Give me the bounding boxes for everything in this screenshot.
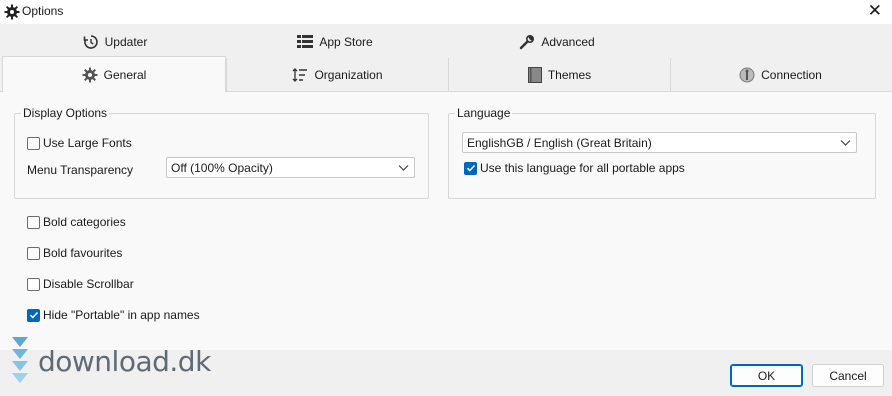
checkbox-box[interactable]: [27, 246, 40, 260]
language-title: Language: [455, 106, 513, 120]
tab-updater[interactable]: Updater: [40, 28, 190, 56]
watermark-logo-icon: [10, 336, 30, 387]
tab-strip: Updater App Store Advanced General Organ…: [0, 24, 892, 92]
tab-label: App Store: [319, 35, 373, 49]
cancel-button[interactable]: Cancel: [812, 364, 884, 387]
checkbox-label: Disable Scrollbar: [43, 277, 134, 291]
checkbox-box[interactable]: [27, 308, 40, 322]
close-button[interactable]: ✕: [868, 1, 882, 21]
ok-button[interactable]: OK: [730, 364, 803, 387]
bold-favourites-checkbox[interactable]: Bold favourites: [27, 246, 122, 260]
tab-label: Organization: [314, 68, 383, 82]
check-icon: [29, 311, 38, 319]
tab-organization[interactable]: Organization: [226, 58, 448, 92]
tab-label: Connection: [761, 68, 822, 82]
gear-icon: [4, 4, 20, 20]
tab-row-bottom: General Organization Themes Connection: [0, 56, 892, 92]
use-language-all-apps-checkbox[interactable]: Use this language for all portable apps: [464, 161, 685, 175]
language-group: Language: [448, 106, 876, 199]
tab-row-top: Updater App Store Advanced: [0, 28, 892, 56]
hide-portable-checkbox[interactable]: Hide "Portable" in app names: [27, 308, 200, 322]
disable-scrollbar-checkbox[interactable]: Disable Scrollbar: [27, 277, 134, 291]
checkbox-label: Bold favourites: [43, 246, 123, 260]
gear-icon: [82, 67, 98, 83]
watermark: download.dk: [10, 336, 211, 387]
check-icon: [466, 164, 475, 172]
wrench-icon: [519, 34, 535, 50]
checkbox-box[interactable]: [27, 277, 40, 291]
tab-label: Advanced: [541, 35, 595, 49]
use-large-fonts-checkbox[interactable]: Use Large Fonts: [27, 136, 132, 150]
checkbox-label: Bold categories: [43, 215, 126, 229]
tab-app-store[interactable]: App Store: [260, 28, 410, 56]
tab-label: Updater: [104, 35, 148, 49]
language-select[interactable]: EnglishGB / English (Great Britain): [462, 132, 857, 153]
sort-lines-icon: [292, 68, 308, 82]
tab-themes[interactable]: Themes: [448, 58, 670, 92]
select-value: Off (100% Opacity): [171, 160, 273, 175]
display-options-group: Display Options: [14, 106, 429, 199]
chevron-down-icon: [398, 162, 409, 176]
menu-transparency-select[interactable]: Off (100% Opacity): [166, 157, 415, 178]
checkbox-box[interactable]: [27, 215, 40, 229]
tab-general[interactable]: General: [2, 56, 226, 92]
history-clock-icon: [83, 34, 99, 50]
checkbox-box[interactable]: [464, 161, 477, 175]
select-value: EnglishGB / English (Great Britain): [467, 135, 652, 150]
title-bar: Options ✕: [0, 0, 892, 24]
tab-connection[interactable]: Connection: [670, 58, 890, 92]
checkbox-label: Hide "Portable" in app names: [43, 308, 200, 322]
window-title: Options: [22, 4, 64, 18]
list-grid-icon: [297, 35, 314, 49]
themes-book-icon: [527, 67, 542, 83]
bold-categories-checkbox[interactable]: Bold categories: [27, 215, 126, 229]
checkbox-box[interactable]: [27, 136, 40, 150]
chevron-down-icon: [840, 137, 851, 151]
checkbox-label: Use Large Fonts: [43, 136, 132, 150]
display-options-title: Display Options: [21, 106, 110, 120]
general-panel: Display Options Use Large Fonts Menu Tra…: [0, 92, 892, 350]
tab-advanced[interactable]: Advanced: [482, 28, 632, 56]
tab-label: Themes: [547, 68, 592, 82]
connection-globe-icon: [739, 67, 755, 83]
menu-transparency-label: Menu Transparency: [27, 163, 134, 177]
checkbox-label: Use this language for all portable apps: [480, 161, 685, 175]
tab-label: General: [103, 67, 147, 82]
watermark-text: download.dk: [38, 345, 211, 378]
